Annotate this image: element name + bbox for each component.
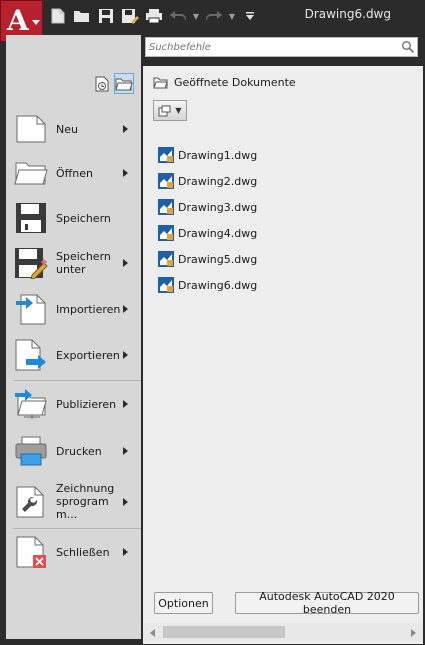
menu-item-print[interactable]: Drucken — [14, 434, 134, 468]
submenu-arrow-icon — [123, 351, 128, 359]
document-name: Drawing3.dwg — [178, 200, 258, 214]
menu-item-export[interactable]: Exportieren — [14, 338, 134, 372]
recent-documents-button[interactable] — [92, 73, 112, 94]
new-doc-icon — [14, 112, 48, 146]
wrench-icon — [14, 485, 48, 519]
title-bar: ▼ ▼ Drawing6.dwg — [0, 0, 425, 33]
tile-view-icon — [158, 105, 171, 116]
dwg-file-icon — [158, 147, 174, 163]
menu-item-save[interactable]: Speichern — [14, 201, 134, 235]
open-folder-icon — [153, 77, 168, 88]
menu-item-label: Speichern unter — [56, 250, 111, 276]
save-icon — [14, 201, 48, 235]
menu-item-publish[interactable]: Publizieren — [14, 387, 134, 421]
autocad-logo-icon: A — [7, 4, 29, 37]
menu-item-label: Speichern — [56, 211, 111, 225]
menu-item-open[interactable]: Öffnen — [14, 156, 134, 190]
list-item[interactable]: Drawing2.dwg — [158, 168, 408, 194]
view-toggle — [92, 73, 134, 94]
export-icon — [14, 338, 48, 372]
redo-dropdown-icon[interactable]: ▼ — [228, 6, 236, 26]
document-name: Drawing2.dwg — [178, 174, 258, 188]
new-doc-icon[interactable] — [48, 6, 68, 26]
list-item[interactable]: Drawing1.dwg — [158, 142, 408, 168]
menu-item-import[interactable]: Importieren — [14, 292, 134, 326]
horizontal-scrollbar[interactable] — [143, 623, 423, 641]
redo-icon[interactable] — [204, 6, 224, 26]
list-item[interactable]: Drawing5.dwg — [158, 246, 408, 272]
menu-item-drawing-utilities[interactable]: Zeichnungsprogramm... — [14, 482, 134, 521]
dwg-file-icon — [158, 199, 174, 215]
dwg-file-icon — [158, 277, 174, 293]
submenu-arrow-icon — [123, 125, 128, 133]
menu-item-label: Drucken — [56, 444, 102, 458]
menu-item-label: Neu — [56, 122, 78, 136]
exit-autocad-button[interactable]: Autodesk AutoCAD 2020 beenden — [235, 590, 419, 616]
scrollbar-thumb[interactable] — [163, 626, 285, 638]
menu-item-close[interactable]: Schließen — [14, 535, 134, 569]
undo-icon[interactable] — [168, 6, 188, 26]
list-item[interactable]: Drawing4.dwg — [158, 220, 408, 246]
menu-item-label: Exportieren — [56, 348, 120, 362]
submenu-arrow-icon — [123, 497, 128, 506]
section-title: Geöffnete Dokumente — [174, 76, 296, 89]
menu-item-save-as[interactable]: Speichern unter — [14, 246, 134, 280]
document-name: Drawing6.dwg — [178, 278, 258, 292]
search-icon[interactable] — [401, 40, 415, 54]
list-item[interactable]: Drawing6.dwg — [158, 272, 408, 298]
dwg-file-icon — [158, 173, 174, 189]
save-as-icon[interactable] — [120, 6, 140, 26]
dwg-file-icon — [158, 225, 174, 241]
chevron-down-icon: ▼ — [175, 106, 182, 115]
open-documents-header: Geöffnete Dokumente — [153, 76, 296, 89]
print-icon — [14, 434, 48, 468]
open-documents-list: Drawing1.dwg Drawing2.dwg Drawing3.dwg D… — [158, 142, 408, 298]
submenu-arrow-icon — [123, 169, 128, 177]
open-folder-icon[interactable] — [72, 6, 92, 26]
save-icon[interactable] — [96, 6, 116, 26]
menu-divider — [13, 380, 141, 381]
document-name: Drawing5.dwg — [178, 252, 258, 266]
menu-item-new[interactable]: Neu — [14, 112, 134, 146]
document-name: Drawing1.dwg — [178, 148, 258, 162]
scroll-right-icon[interactable] — [411, 629, 416, 637]
menu-item-label: Zeichnungsprogramm... — [56, 482, 115, 521]
customize-qat-icon[interactable] — [240, 6, 260, 26]
menu-divider — [13, 528, 141, 529]
chevron-down-icon — [32, 20, 40, 25]
submenu-arrow-icon — [123, 305, 128, 313]
print-icon[interactable] — [144, 6, 164, 26]
submenu-arrow-icon — [123, 259, 128, 267]
save-as-icon — [14, 246, 48, 280]
document-name: Drawing4.dwg — [178, 226, 258, 240]
list-item[interactable]: Drawing3.dwg — [158, 194, 408, 220]
submenu-arrow-icon — [123, 447, 128, 455]
search-commands[interactable] — [145, 37, 418, 57]
view-options-dropdown[interactable]: ▼ — [153, 100, 187, 121]
autocad-application-menu: ▼ ▼ Drawing6.dwg A Ne — [0, 0, 425, 645]
menu-item-label: Schließen — [56, 545, 110, 559]
open-folder-icon — [14, 156, 48, 190]
menu-item-label: Öffnen — [56, 166, 93, 180]
undo-dropdown-icon[interactable]: ▼ — [192, 6, 200, 26]
options-button[interactable]: Optionen — [154, 592, 213, 614]
scroll-left-icon[interactable] — [150, 629, 155, 637]
quick-access-toolbar: ▼ ▼ — [48, 6, 260, 26]
close-doc-icon — [14, 535, 48, 569]
submenu-arrow-icon — [123, 548, 128, 556]
import-icon — [14, 292, 48, 326]
menu-item-label: Publizieren — [56, 397, 117, 411]
submenu-arrow-icon — [123, 400, 128, 408]
menu-item-label: Importieren — [56, 302, 121, 316]
dwg-file-icon — [158, 251, 174, 267]
open-documents-button[interactable] — [114, 73, 134, 94]
search-input[interactable] — [149, 39, 399, 55]
window-title: Drawing6.dwg — [304, 7, 391, 21]
publish-icon — [14, 387, 48, 421]
